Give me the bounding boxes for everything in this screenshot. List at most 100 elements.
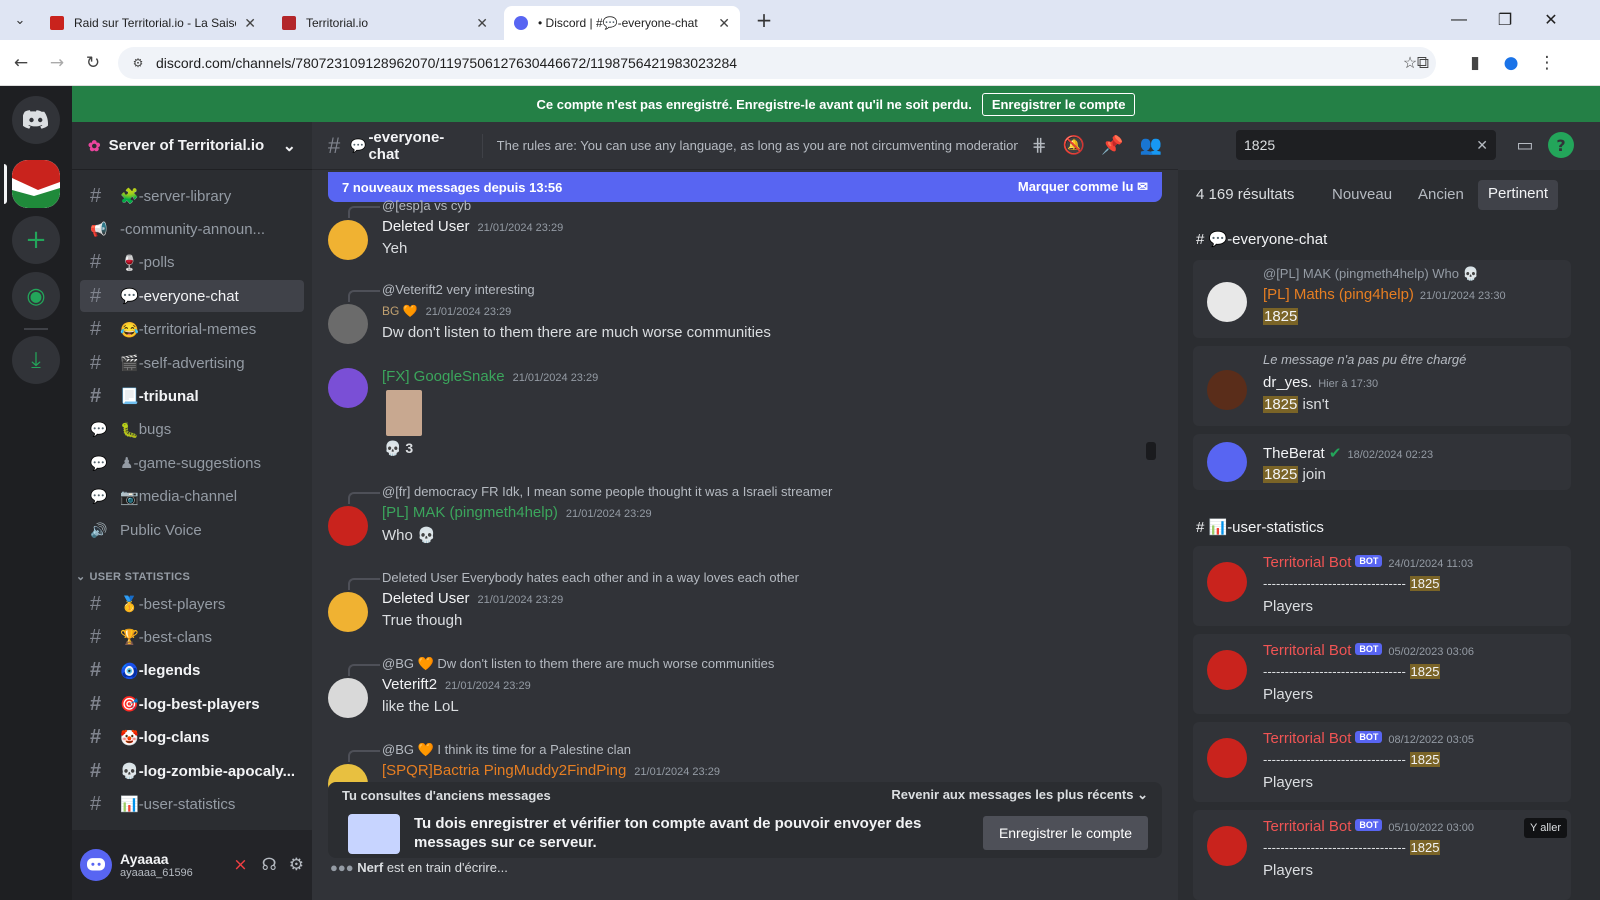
extensions-icon[interactable]: ⧉ xyxy=(1410,50,1436,76)
category-user-statistics[interactable]: ⌄ USER STATISTICS xyxy=(76,570,190,583)
avatar[interactable] xyxy=(1207,442,1247,482)
claim-account-button[interactable]: Enregistrer le compte xyxy=(981,92,1136,116)
browser-menu-icon[interactable]: ⋮ xyxy=(1534,50,1560,76)
scrollbar-thumb[interactable] xyxy=(1146,442,1156,460)
side-panel-icon[interactable]: ▮ xyxy=(1462,50,1488,76)
channel-item[interactable]: 💬 🐛 bugs xyxy=(80,414,304,446)
pin-icon[interactable]: 📌 xyxy=(1101,135,1123,156)
result-author[interactable]: dr_yes. xyxy=(1263,374,1312,391)
reply-preview[interactable]: @[fr] democracy FR Idk, I mean some peop… xyxy=(347,484,832,504)
close-tab-icon[interactable]: ✕ xyxy=(476,15,488,32)
result-author[interactable]: Territorial Bot xyxy=(1263,730,1351,747)
search-result[interactable]: Territorial Bot BOT 24/01/2024 11:03 -----… xyxy=(1193,546,1571,626)
jump-to-present-button[interactable]: Revenir aux messages les plus récents ⌄ xyxy=(891,787,1148,803)
explore-servers-icon[interactable]: ◉ xyxy=(12,272,60,320)
mute-mic-icon[interactable]: ⨯ xyxy=(233,855,247,875)
message[interactable]: @BG 🧡 I think its time for a Palestine c… xyxy=(328,742,1158,804)
message[interactable]: [FX] GoogleSnake 21/01/2024 23:29 💀 3 xyxy=(328,368,1158,468)
message[interactable]: @[esp]a vs cyb Deleted User 21/01/2024 23… xyxy=(328,198,1158,268)
result-group-everyone-chat[interactable]: # 💬-everyone-chat xyxy=(1196,230,1327,248)
help-icon[interactable]: ? xyxy=(1548,132,1574,158)
channel-item[interactable]: # 📊 -user-statistics xyxy=(80,788,304,820)
reaction-skull[interactable]: 💀 3 xyxy=(384,440,413,457)
add-server-icon[interactable]: + xyxy=(12,216,60,264)
avatar[interactable] xyxy=(1207,826,1247,866)
sort-oldest-tab[interactable]: Ancien xyxy=(1418,186,1464,203)
channel-item[interactable]: 💬 📷 media-channel xyxy=(80,481,304,513)
avatar[interactable] xyxy=(328,304,368,344)
reply-preview[interactable]: Deleted User Everybody hates each other … xyxy=(348,570,799,590)
avatar[interactable] xyxy=(1207,562,1247,602)
jump-to-button[interactable]: Y aller xyxy=(1524,818,1567,838)
avatar[interactable] xyxy=(1207,370,1247,410)
result-group-user-statistics[interactable]: # 📊-user-statistics xyxy=(1196,518,1324,536)
browser-tab-3[interactable]: • Discord | #💬-everyone-chat ✕ xyxy=(504,6,740,40)
channel-item[interactable]: # 🧿 -legends xyxy=(80,655,304,687)
avatar[interactable] xyxy=(328,220,368,260)
result-author[interactable]: Territorial Bot xyxy=(1263,818,1351,835)
reload-icon[interactable]: ↻ xyxy=(80,50,106,76)
browser-tab-1[interactable]: Raid sur Territorial.io - La Saison ✕ xyxy=(40,6,266,40)
channel-item[interactable]: # 💀 -log-zombie-apocaly... xyxy=(80,755,304,787)
minimize-icon[interactable]: — xyxy=(1436,0,1482,40)
message-author[interactable]: [PL] MAK (pingmeth4help) 21/01/2024 23:29 xyxy=(382,504,652,521)
territorial-server-icon[interactable] xyxy=(12,160,60,208)
back-icon[interactable]: ← xyxy=(8,50,34,76)
member-list-icon[interactable]: 👥 xyxy=(1140,135,1162,156)
search-result[interactable]: TheBerat ✔ 18/02/2024 02:23 1825 join xyxy=(1193,434,1571,490)
profile-icon[interactable]: ● xyxy=(1498,50,1524,76)
message-author[interactable]: BG 🧡 21/01/2024 23:29 xyxy=(382,302,511,319)
headphones-icon[interactable]: ☊ xyxy=(262,855,277,875)
reply-preview[interactable]: @Veterift2 very interesting xyxy=(348,282,535,302)
server-header[interactable]: ✿ Server of Territorial.io ⌄ xyxy=(72,122,312,170)
forward-icon[interactable]: → xyxy=(44,50,70,76)
new-tab-icon[interactable]: + xyxy=(752,8,776,32)
image-attachment[interactable] xyxy=(386,390,422,436)
url-field[interactable]: ⚙ discord.com/channels/78072310912896207… xyxy=(118,47,1436,79)
maximize-icon[interactable]: ❐ xyxy=(1482,0,1528,40)
avatar[interactable] xyxy=(328,506,368,546)
discord-home-icon[interactable] xyxy=(12,96,60,144)
search-result[interactable]: Territorial Bot BOT 05/02/2023 03:06 -----… xyxy=(1193,634,1571,714)
channel-item[interactable]: # 💬 -everyone-chat xyxy=(80,280,304,313)
clear-search-icon[interactable]: ✕ xyxy=(1476,137,1488,154)
avatar[interactable] xyxy=(80,849,112,881)
channel-item[interactable]: # 🤡 -log-clans xyxy=(80,722,304,754)
notification-bell-icon[interactable]: 🔕 xyxy=(1063,135,1085,156)
message-author[interactable]: Veterift2 21/01/2024 23:29 xyxy=(382,676,531,693)
avatar[interactable] xyxy=(1207,282,1247,322)
reply-preview[interactable]: @BG 🧡 I think its time for a Palestine c… xyxy=(347,742,631,762)
close-tab-icon[interactable]: ✕ xyxy=(718,15,730,32)
result-author[interactable]: Territorial Bot xyxy=(1263,642,1351,659)
sort-relevant-tab[interactable]: Pertinent xyxy=(1478,180,1559,210)
message[interactable]: Deleted User Everybody hates each other … xyxy=(328,570,1158,640)
message[interactable]: @Veterift2 very interesting BG 🧡 21/01/20… xyxy=(328,282,1158,352)
tab-search-icon[interactable]: ⌄ xyxy=(10,10,30,30)
channel-item[interactable]: # 😂 -territorial-memes xyxy=(80,314,304,346)
channel-topic[interactable]: The rules are: You can use any language,… xyxy=(497,138,1018,153)
site-info-icon[interactable]: ⚙ xyxy=(130,55,146,71)
close-window-icon[interactable]: ✕ xyxy=(1528,0,1574,40)
reply-preview[interactable]: @BG 🧡 Dw don't listen to them there are … xyxy=(347,656,774,676)
reply-preview[interactable]: @[PL] MAK (pingmeth4help) Who 💀 xyxy=(1263,266,1479,282)
message-author[interactable]: [FX] GoogleSnake 21/01/2024 23:29 xyxy=(382,368,598,385)
channel-item[interactable]: # 🏆 -best-clans xyxy=(80,621,304,653)
settings-gear-icon[interactable]: ⚙ xyxy=(289,855,304,875)
channel-item[interactable]: 💬 ♟ -game-suggestions xyxy=(80,447,304,479)
avatar[interactable] xyxy=(1207,738,1247,778)
search-result[interactable]: Le message n'a pas pu être chargé dr_yes… xyxy=(1193,346,1571,426)
message-author[interactable]: Deleted User 21/01/2024 23:29 xyxy=(382,218,563,235)
channel-item[interactable]: 📢 -community-announ... xyxy=(80,213,304,245)
channel-item[interactable]: # 🎯 -log-best-players xyxy=(80,688,304,720)
inbox-icon[interactable]: ▭ xyxy=(1512,132,1538,158)
avatar[interactable] xyxy=(328,592,368,632)
message[interactable]: @[fr] democracy FR Idk, I mean some peop… xyxy=(328,484,1158,554)
sort-newest-tab[interactable]: Nouveau xyxy=(1332,186,1392,203)
search-result[interactable]: Territorial Bot BOT 05/10/2022 03:00 -----… xyxy=(1193,810,1571,900)
avatar[interactable] xyxy=(328,368,368,408)
channel-item[interactable]: 🔊 Public Voice xyxy=(80,514,304,546)
download-apps-icon[interactable]: ⤓ xyxy=(12,336,60,384)
close-tab-icon[interactable]: ✕ xyxy=(244,15,256,32)
avatar[interactable] xyxy=(1207,650,1247,690)
channel-item[interactable]: # 🍷 -polls xyxy=(80,247,304,279)
